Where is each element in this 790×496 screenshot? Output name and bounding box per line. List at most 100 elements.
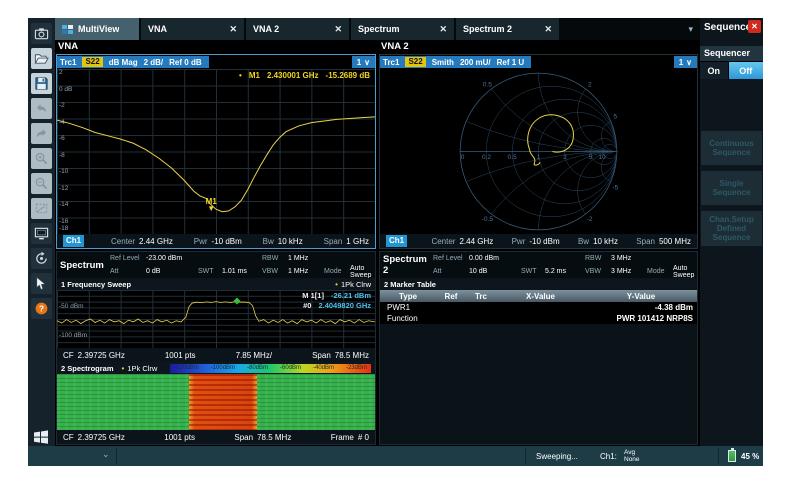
spectrum-window[interactable]: Spectrum Ref Level-23.00 dBmRBW1 MHzAtt0…	[55, 250, 378, 446]
sequencer-toggle: On Off	[700, 61, 763, 79]
vna-channel-bar: Ch1Center2.44 GHzPwr-10 dBmBw10 kHzSpan1…	[57, 234, 375, 248]
tab-close-icon[interactable]: ✕	[433, 24, 447, 35]
spectrum2-window[interactable]: Spectrum 2 Ref Level0.00 dBmRBW3 MHzAtt1…	[378, 250, 700, 446]
tab-label: Spectrum 2	[463, 24, 512, 34]
vna-trace-bar[interactable]: Trc1 S22 dB Mag 2 dB/ Ref 0 dB 1 ∨	[57, 55, 375, 69]
table-cell: PWR 101412 NRP8S	[585, 314, 697, 323]
open-file-icon[interactable]	[31, 48, 52, 69]
spectrum2-window-body: Spectrum 2 Ref Level0.00 dBmRBW3 MHzAtt1…	[379, 251, 698, 445]
footer-field: CF2.39725 GHz	[63, 433, 125, 442]
vna2-window[interactable]: VNA 2 Trc1 S22 Smith 200 mU/ Ref 1 U 1 ∨	[378, 40, 700, 250]
sequencer-off-button[interactable]: Off	[729, 62, 763, 79]
header-value: 1 MHz	[288, 268, 324, 275]
windows-logo-icon[interactable]	[33, 429, 50, 446]
footer-field: CF2.39725 GHz	[63, 351, 125, 360]
sparam-badge: S22	[405, 57, 425, 67]
colorbar-label: -100dBm	[211, 365, 235, 371]
header-label: Ref Level	[110, 255, 146, 262]
trace-format: Smith	[432, 58, 454, 67]
zoom-out-icon[interactable]	[31, 173, 52, 194]
undo-icon[interactable]	[31, 98, 52, 119]
vna-trace-info: Trc1 S22 dB Mag 2 dB/ Ref 0 dB	[57, 56, 209, 68]
touch-rotate-icon[interactable]	[31, 248, 52, 269]
table-row[interactable]: PWR1-4.38 dBm	[380, 302, 697, 313]
tab-close-icon[interactable]: ✕	[223, 24, 237, 35]
trace-selector-dropdown[interactable]: 1 ∨	[352, 56, 375, 68]
channel-badge[interactable]: Ch1	[63, 235, 84, 247]
spectrum2-header: Spectrum 2 Ref Level0.00 dBmRBW3 MHzAtt1…	[380, 252, 697, 278]
tab-vna[interactable]: VNA✕	[141, 18, 246, 40]
trace-scale: 200 mU/	[460, 58, 491, 67]
tab-label: VNA 2	[253, 24, 279, 34]
sparam-badge: S22	[82, 57, 102, 67]
vna-marker-readout: • M1 2.430001 GHz -15.2689 dB	[239, 71, 370, 80]
help-pointer-icon[interactable]	[31, 273, 52, 294]
sequencer-panel-header: Sequencer ✕	[700, 18, 763, 40]
softkey-single-sequence[interactable]: Single Sequence	[701, 171, 762, 205]
header-label: Att	[433, 268, 469, 275]
tab-vna-2[interactable]: VNA 2 ✕	[246, 18, 351, 40]
footer-field: Pwr-10 dBm	[512, 237, 560, 246]
marker-m1[interactable]: M1 ▼	[206, 198, 217, 212]
footer-field: 1001 pts	[164, 433, 195, 442]
smartgrid-icon[interactable]	[31, 223, 52, 244]
tab-spectrum[interactable]: Spectrum✕	[351, 18, 456, 40]
chevron-down-icon[interactable]: ⌄	[102, 450, 110, 459]
header-value: 1.01 ms	[222, 268, 262, 275]
header-value: -23.00 dBm	[146, 255, 198, 262]
zoom-reset-icon[interactable]	[31, 198, 52, 219]
spectrum-header: Spectrum Ref Level-23.00 dBmRBW1 MHzAtt0…	[57, 252, 375, 278]
softkey-continuous-sequence[interactable]: Continuous Sequence	[701, 131, 762, 165]
tab-bar: MultiViewVNA✕VNA 2✕Spectrum✕Spectrum 2✕▾	[55, 18, 700, 40]
footer-field: Bw10 kHz	[263, 237, 303, 246]
help-icon[interactable]: ?	[31, 298, 52, 319]
trace-format: dB Mag	[109, 58, 138, 67]
svg-text:0.5: 0.5	[508, 154, 517, 161]
table-row[interactable]: Function PWR 101412 NRP8S	[380, 313, 697, 324]
tab-spectrum-2[interactable]: Spectrum 2 ✕	[456, 18, 561, 40]
header-value: 0 dB	[146, 268, 198, 275]
trace-selector-dropdown[interactable]: 1 ∨	[674, 56, 697, 68]
column-header: X-Value	[496, 292, 585, 301]
vna2-trace-bar[interactable]: Trc1 S22 Smith 200 mU/ Ref 1 U 1 ∨	[380, 55, 697, 69]
marker-table-titlebar: 2 Marker Table	[380, 278, 697, 290]
footer-field: Span78.5 MHz	[312, 351, 369, 360]
tab-close-icon[interactable]: ✕	[328, 24, 342, 35]
vna2-window-body: Trc1 S22 Smith 200 mU/ Ref 1 U 1 ∨ 00.20…	[379, 54, 698, 249]
tab-overflow-button[interactable]: ▾	[681, 18, 700, 40]
svg-text:2: 2	[563, 154, 567, 161]
header-label: Mode	[647, 268, 673, 275]
trace-name: Trc1	[383, 58, 399, 67]
save-icon[interactable]	[31, 73, 52, 94]
header-value: 3 MHz	[611, 268, 647, 275]
column-header: Y-Value	[585, 292, 697, 301]
colorbar-label: -80dBm	[247, 365, 268, 371]
header-value: 0.00 dBm	[469, 255, 521, 262]
svg-text:0: 0	[461, 154, 465, 161]
zoom-in-icon[interactable]	[31, 148, 52, 169]
close-icon[interactable]: ✕	[748, 20, 761, 33]
spectrogram	[57, 374, 375, 430]
footer-field: Pwr-10 dBm	[194, 237, 242, 246]
camera-icon[interactable]	[31, 23, 52, 44]
vna2-trace-info: Trc1 S22 Smith 200 mU/ Ref 1 U	[380, 56, 531, 68]
svg-text:?: ?	[39, 304, 44, 314]
chevron-down-icon: ∨	[686, 58, 692, 67]
redo-icon[interactable]	[31, 123, 52, 144]
softkey-chan-setup-defined-sequence[interactable]: Chan.Setup Defined Sequence	[701, 211, 762, 246]
sequencer-on-button[interactable]: On	[700, 62, 729, 79]
tab-close-icon[interactable]: ✕	[538, 24, 552, 35]
channel-badge[interactable]: Ch1	[386, 235, 407, 247]
header-value: 1 MHz	[288, 255, 324, 262]
tab-multiview[interactable]: MultiView	[55, 18, 141, 40]
footer-field: Span78.5 MHz	[234, 433, 291, 442]
multiview-grid: VNA Trc1 S22 dB Mag 2 dB/ Ref 0 dB 1 ∨	[55, 40, 700, 446]
svg-text:-2: -2	[587, 216, 593, 223]
trace-name: Trc1	[60, 58, 76, 67]
table-cell: Function	[380, 314, 436, 323]
column-header: Trc	[466, 292, 496, 301]
vna-window[interactable]: VNA Trc1 S22 dB Mag 2 dB/ Ref 0 dB 1 ∨	[55, 40, 378, 250]
footer-field: Span1 GHz	[324, 237, 369, 246]
colorbar-label: -40dBm	[313, 365, 334, 371]
header-value: Auto Sweep	[673, 265, 697, 279]
